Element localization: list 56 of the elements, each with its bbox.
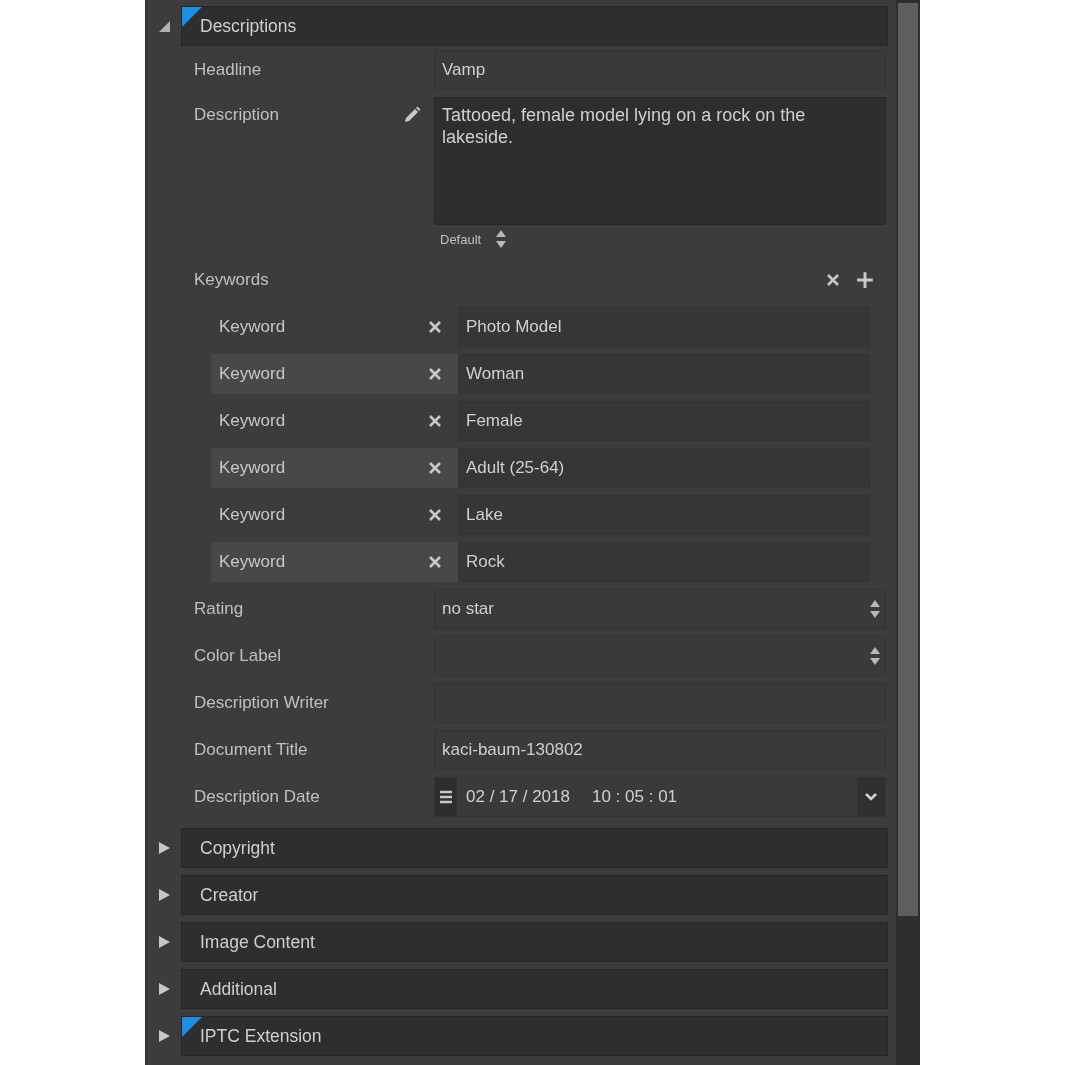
expand-triangle-icon[interactable] — [157, 935, 171, 949]
remove-icon[interactable] — [826, 273, 840, 287]
keyword-label: Keyword — [219, 364, 286, 384]
text-field[interactable]: Vamp — [434, 50, 886, 90]
pencil-icon[interactable] — [402, 105, 422, 125]
keyword-label: Keyword — [219, 505, 286, 525]
menu-icon[interactable] — [439, 790, 453, 804]
scrollbar-thumb[interactable] — [898, 3, 918, 916]
keyword-field[interactable]: Rock — [458, 542, 870, 582]
chevron-down-icon[interactable] — [864, 792, 878, 802]
keyword-label: Keyword — [219, 458, 286, 478]
section-header[interactable]: IPTC Extension — [181, 1016, 888, 1056]
field-label: Document Title — [194, 740, 309, 760]
remove-icon[interactable] — [428, 508, 442, 522]
keyword-label: Keyword — [219, 552, 286, 572]
up-down-arrows-icon[interactable] — [869, 599, 881, 619]
time-value: 10 : 05 : 01 — [592, 787, 679, 807]
keyword-label: Keyword — [219, 411, 286, 431]
section-header[interactable]: Copyright — [181, 828, 888, 868]
text-field[interactable]: kaci-baum-130802 — [434, 730, 886, 770]
section-header[interactable]: Image Content — [181, 922, 888, 962]
expand-triangle-icon[interactable] — [157, 841, 171, 855]
field-label: Color Label — [194, 646, 282, 666]
remove-icon[interactable] — [428, 555, 442, 569]
field-label: Description — [194, 105, 280, 125]
keyword-field[interactable]: Photo Model — [458, 307, 870, 347]
keyword-field[interactable]: Adult (25-64) — [458, 448, 870, 488]
field-label: Headline — [194, 60, 263, 80]
field-label: Description Date — [194, 787, 321, 807]
remove-icon[interactable] — [428, 461, 442, 475]
section-header[interactable]: Descriptions — [181, 6, 888, 46]
remove-icon[interactable] — [428, 320, 442, 334]
keyword-field[interactable]: Female — [458, 401, 870, 441]
dropdown[interactable]: no star — [434, 589, 886, 629]
up-down-arrows-icon[interactable] — [495, 229, 508, 249]
section-header[interactable]: Additional — [181, 969, 888, 1009]
text-area[interactable]: Tattooed, female model lying on a rock on the lakeside. — [434, 97, 886, 225]
remove-icon[interactable] — [428, 414, 442, 428]
date-value: 02 / 17 / 2018 — [466, 787, 570, 807]
field-label: Keywords — [194, 270, 270, 290]
add-icon[interactable] — [856, 271, 874, 289]
keyword-field[interactable]: Woman — [458, 354, 870, 394]
section-header[interactable]: Creator — [181, 875, 888, 915]
expand-triangle-icon[interactable] — [157, 982, 171, 996]
remove-icon[interactable] — [428, 367, 442, 381]
field-label: Description Writer — [194, 693, 330, 713]
up-down-arrows-icon[interactable] — [869, 646, 881, 666]
date-time-field[interactable]: 02 / 17 / 2018 10 : 05 : 01 — [434, 777, 886, 817]
expand-triangle-icon[interactable] — [157, 888, 171, 902]
language-dropdown[interactable]: Default — [434, 225, 514, 253]
keyword-field[interactable]: Lake — [458, 495, 870, 535]
expand-triangle-icon[interactable] — [157, 1029, 171, 1043]
collapse-triangle-icon[interactable] — [157, 19, 171, 33]
field-label: Rating — [194, 599, 245, 619]
keyword-label: Keyword — [219, 317, 286, 337]
dropdown-value: no star — [442, 599, 494, 619]
